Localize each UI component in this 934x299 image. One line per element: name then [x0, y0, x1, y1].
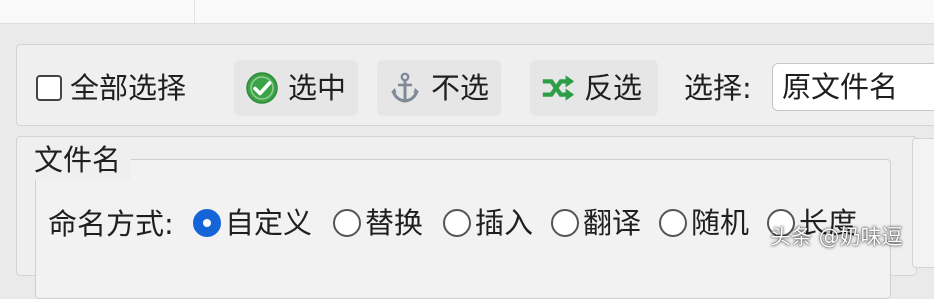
select-all-checkbox[interactable]: 全部选择: [26, 60, 198, 116]
uncheck-label: 不选: [431, 70, 490, 105]
filename-group-title: 文件名: [24, 140, 132, 180]
radio-custom[interactable]: 自定义: [193, 205, 312, 241]
top-strip: [0, 0, 934, 24]
radio-translate-label: 翻译: [583, 205, 642, 240]
select-field-label: 选择:: [684, 71, 752, 105]
top-divider: [194, 0, 195, 23]
right-panel-edge: [912, 138, 934, 268]
radio-icon[interactable]: [443, 209, 471, 237]
radio-replace-label: 替换: [365, 205, 424, 240]
radio-random[interactable]: 随机: [659, 205, 749, 241]
check-label: 选中: [288, 70, 347, 105]
invert-label: 反选: [584, 70, 643, 105]
checkbox-icon[interactable]: [36, 75, 62, 101]
select-dropdown[interactable]: 原文件名: [772, 63, 934, 111]
anchor-icon: [387, 70, 423, 106]
shuffle-icon: [540, 70, 576, 106]
radio-icon[interactable]: [193, 209, 221, 237]
radio-translate[interactable]: 翻译: [551, 205, 641, 241]
invert-button[interactable]: 反选: [530, 60, 658, 116]
radio-replace[interactable]: 替换: [333, 205, 423, 241]
radio-custom-label: 自定义: [225, 205, 313, 240]
watermark: 头条 @奶味逗: [770, 225, 903, 249]
radio-icon[interactable]: [333, 209, 361, 237]
radio-icon[interactable]: [551, 209, 579, 237]
check-circle-icon: [244, 70, 280, 106]
select-all-label: 全部选择: [70, 70, 187, 105]
radio-insert-label: 插入: [475, 205, 534, 240]
radio-random-label: 随机: [691, 205, 750, 240]
check-button[interactable]: 选中: [234, 60, 358, 116]
uncheck-button[interactable]: 不选: [377, 60, 501, 116]
radio-icon[interactable]: [659, 209, 687, 237]
naming-method-label: 命名方式:: [48, 207, 174, 241]
radio-insert[interactable]: 插入: [443, 205, 533, 241]
